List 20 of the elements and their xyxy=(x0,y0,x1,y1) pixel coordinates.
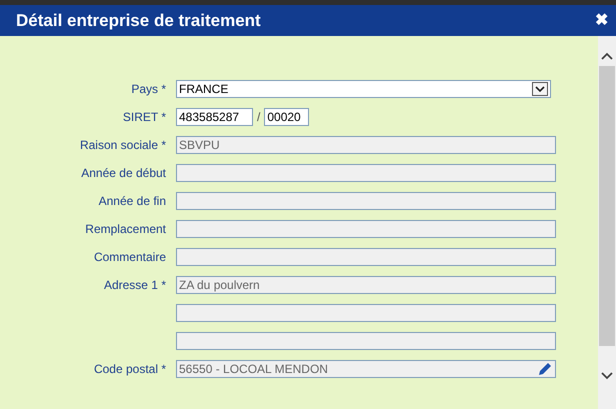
field-label: Année de début xyxy=(81,165,166,182)
separator: / xyxy=(257,109,260,126)
field-label: Code postal * xyxy=(94,361,166,378)
input-field[interactable]: 00020 xyxy=(264,108,310,126)
scroll-down-icon[interactable] xyxy=(601,372,613,380)
field-label: Raison sociale * xyxy=(80,137,166,154)
field-label: Remplacement xyxy=(85,221,166,238)
scrollbar-thumb[interactable] xyxy=(599,66,615,346)
dropdown-caret-icon[interactable] xyxy=(532,82,548,96)
field-label: Pays * xyxy=(131,81,166,98)
scroll-up-icon[interactable] xyxy=(601,52,613,60)
window-title: Détail entreprise de traitement xyxy=(16,10,261,32)
input-field[interactable]: 483585287 xyxy=(176,108,253,126)
close-button[interactable]: ✖ xyxy=(593,12,610,28)
scrollbar[interactable] xyxy=(598,36,616,409)
field-label: SIRET * xyxy=(122,109,166,126)
field-label: Adresse 1 * xyxy=(104,277,166,294)
field-label: Année de fin xyxy=(98,193,166,210)
country-dropdown[interactable]: FRANCE xyxy=(176,80,551,98)
field-label: Commentaire xyxy=(94,249,166,266)
